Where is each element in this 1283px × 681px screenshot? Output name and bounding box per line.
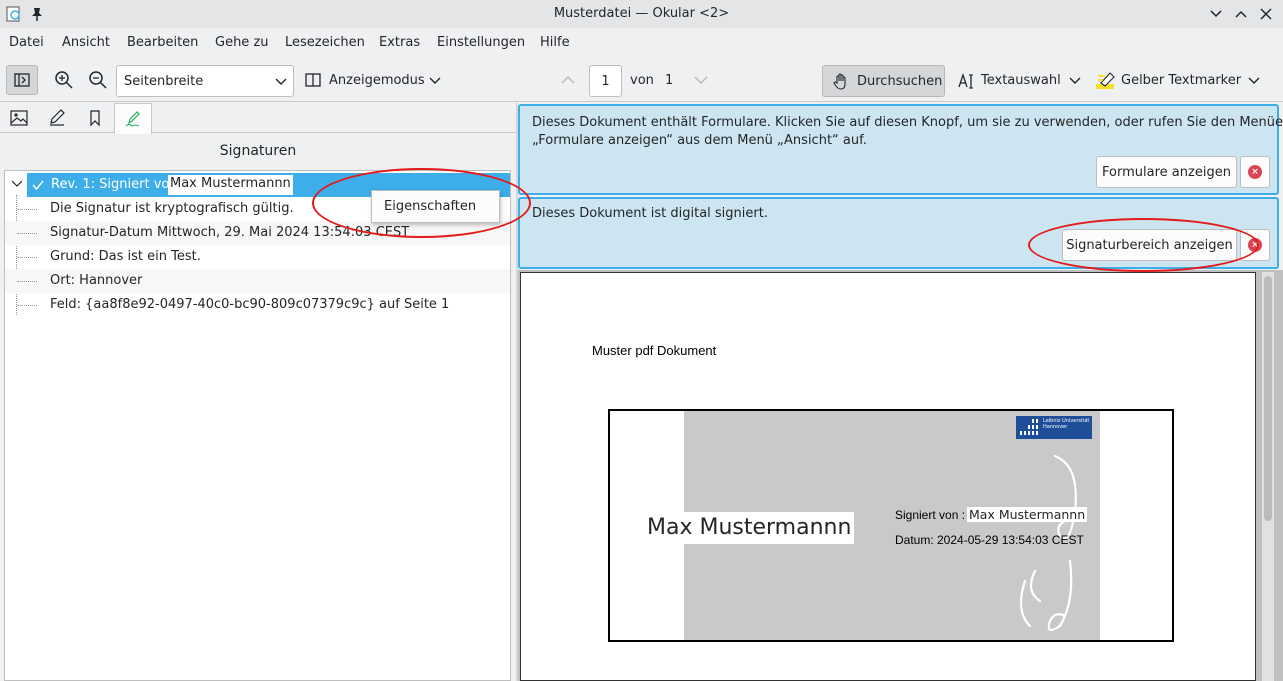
tree-branch [17, 233, 37, 234]
forms-banner-text-line2: „Formulare anzeigen“ aus dem Menü „Ansic… [532, 133, 867, 148]
browse-tool-button[interactable]: Durchsuchen [822, 65, 945, 97]
chevron-down-icon [275, 78, 287, 85]
signature-detail-field: Feld: {aa8f8e92-0497-40c0-bc90-809c07379… [50, 297, 450, 312]
zoom-mode-value: Seitenbreite [124, 74, 204, 89]
show-forms-button[interactable]: Formulare anzeigen [1096, 156, 1237, 188]
tree-branch [17, 281, 37, 282]
maximize-icon[interactable] [1233, 6, 1249, 22]
tree-branch [17, 257, 37, 258]
main-toolbar: Seitenbreite Anzeigemodus 1 von 1 Durchs… [0, 60, 1283, 102]
tab-signatures[interactable] [114, 103, 152, 134]
menu-gehe-zu[interactable]: Gehe zu [215, 35, 269, 50]
sidebar-toggle-icon [14, 73, 30, 87]
menu-bearbeiten[interactable]: Bearbeiten [127, 35, 198, 50]
title-bar: Musterdatei — Okular <2> [0, 0, 1283, 28]
signature-detail-row[interactable]: Grund: Das ist ein Test. [5, 245, 510, 269]
view-mode-label: Anzeigemodus [329, 73, 425, 88]
university-logo: Leibniz Universität Hannover [1016, 416, 1092, 439]
annotation-ellipse-signature-button [1028, 218, 1259, 272]
page-of-label: von [630, 73, 654, 88]
document-scrollbar[interactable] [1262, 272, 1274, 681]
chevron-down-icon [1248, 77, 1260, 84]
highlighter-tool-button[interactable]: Gelber Textmarker [1093, 68, 1263, 94]
highlighter-icon [1096, 72, 1115, 89]
chevron-down-icon [1069, 77, 1081, 84]
stamp-signed-by-value: Max Mustermannn [967, 507, 1088, 522]
window-title: Musterdatei — Okular <2> [553, 6, 730, 21]
zoom-in-button[interactable] [52, 68, 76, 92]
signatures-heading: Signaturen [219, 143, 297, 159]
bookmark-icon [90, 110, 100, 127]
annotation-ellipse-properties [312, 168, 531, 238]
pdf-page: Muster pdf Dokument Leibniz Universität … [520, 272, 1256, 681]
signature-detail-row[interactable]: Ort: Hannover [5, 269, 510, 293]
zoom-out-button[interactable] [86, 68, 110, 92]
checkmark-icon [32, 180, 44, 191]
signature-tree: Rev. 1: Signiert von Max Mustermannn Die… [4, 170, 511, 681]
previous-page-icon[interactable] [560, 73, 576, 87]
stamp-date: Datum: 2024-05-29 13:54:03 CEST [895, 533, 1084, 547]
document-heading: Muster pdf Dokument [592, 343, 717, 358]
forms-info-banner: Dieses Dokument enthält Formulare. Klick… [518, 104, 1283, 195]
text-select-icon [958, 72, 973, 89]
stamp-signer-name: Max Mustermannn [644, 512, 855, 544]
minimize-icon[interactable] [1208, 6, 1224, 22]
page-number-value: 1 [601, 74, 610, 89]
zoom-out-icon [89, 71, 107, 89]
university-logo-text: Leibniz Universität Hannover [1043, 418, 1090, 430]
page-number-input[interactable]: 1 [589, 65, 622, 97]
close-icon: × [1248, 165, 1262, 179]
forms-banner-text-line1: Dieses Dokument enthält Formulare. Klick… [532, 115, 1283, 130]
highlighter-label: Gelber Textmarker [1121, 73, 1242, 88]
menu-bar: Datei Ansicht Bearbeiten Gehe zu Lesezei… [0, 28, 1283, 58]
stamp-signed-by-label: Signiert von : [895, 508, 966, 522]
signed-banner-text: Dieses Dokument ist digital signiert. [532, 206, 768, 221]
signature-icon [125, 111, 140, 127]
hand-icon [833, 73, 846, 90]
signature-detail-validity: Die Signatur ist kryptografisch gültig. [50, 201, 294, 216]
menu-einstellungen[interactable]: Einstellungen [437, 35, 525, 50]
menu-datei[interactable]: Datei [9, 35, 44, 50]
tree-branch [17, 209, 37, 210]
chevron-down-icon[interactable] [11, 179, 23, 189]
tab-bookmarks[interactable] [76, 103, 114, 133]
page-total: 1 [665, 73, 674, 88]
tab-thumbnails[interactable] [0, 103, 38, 133]
close-icon[interactable] [1258, 6, 1274, 22]
text-select-label: Textauswahl [981, 73, 1061, 88]
view-mode-icon [305, 73, 321, 87]
image-icon [10, 110, 28, 126]
browse-tool-label: Durchsuchen [857, 74, 943, 89]
show-forms-label: Formulare anzeigen [1102, 164, 1231, 180]
signature-detail-reason: Grund: Das ist ein Test. [50, 249, 201, 264]
menu-ansicht[interactable]: Ansicht [62, 35, 110, 50]
pencil-icon [50, 109, 65, 126]
signature-title-prefix: Rev. 1: Signiert von [51, 177, 178, 192]
signature-detail-location: Ort: Hannover [50, 273, 143, 288]
text-select-tool-button[interactable]: Textauswahl [955, 68, 1085, 94]
signature-detail-row[interactable]: Feld: {aa8f8e92-0497-40c0-bc90-809c07379… [5, 293, 510, 317]
next-page-icon[interactable] [693, 73, 709, 87]
forms-banner-close-button[interactable]: × [1240, 156, 1270, 188]
zoom-in-icon [55, 71, 73, 89]
scrollbar-handle[interactable] [1264, 276, 1272, 521]
sidebar-toggle-button[interactable] [6, 65, 38, 95]
zoom-mode-select[interactable]: Seitenbreite [116, 65, 294, 97]
tree-branch [17, 305, 37, 306]
view-mode-button[interactable]: Anzeigemodus [302, 68, 444, 94]
signature-field[interactable]: Leibniz Universität Hannover Max Musterm… [608, 409, 1174, 642]
chevron-down-icon [429, 77, 441, 84]
tab-annotations[interactable] [38, 103, 76, 133]
menu-lesezeichen[interactable]: Lesezeichen [285, 35, 365, 50]
menu-extras[interactable]: Extras [379, 35, 420, 50]
menu-hilfe[interactable]: Hilfe [540, 35, 570, 50]
signature-signer: Max Mustermannn [168, 175, 293, 195]
